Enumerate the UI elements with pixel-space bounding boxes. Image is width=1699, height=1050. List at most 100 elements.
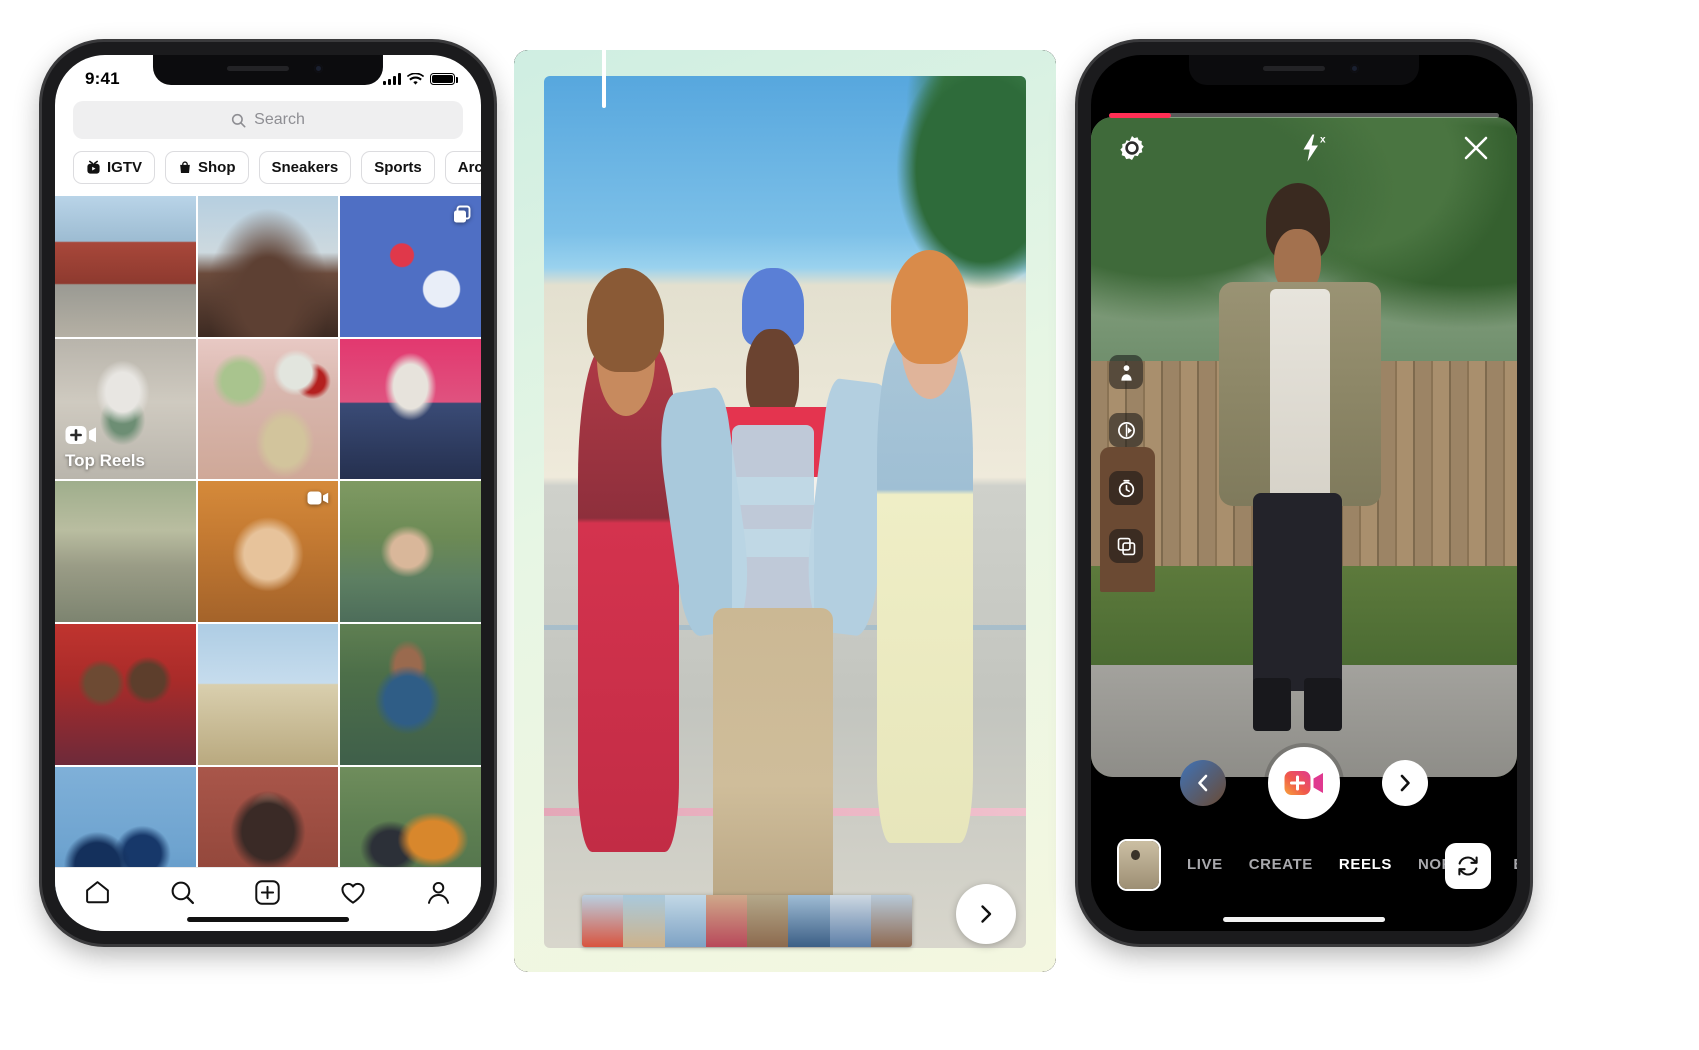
phone-reels-camera: x LIVE CREATE REELS xyxy=(1078,42,1530,944)
top-reels-label: Top Reels xyxy=(65,451,145,471)
filmstrip-frame[interactable] xyxy=(829,895,871,947)
home-icon xyxy=(86,881,109,904)
timer-icon[interactable] xyxy=(1109,471,1143,505)
signal-bars-icon xyxy=(383,73,401,85)
mode-create[interactable]: CREATE xyxy=(1249,856,1313,873)
chip-architecture[interactable]: Architecture xyxy=(444,151,481,184)
flip-camera-button[interactable] xyxy=(1445,843,1491,889)
next-button[interactable] xyxy=(956,884,1016,944)
search-input[interactable]: Search xyxy=(73,101,463,139)
grid-tile[interactable] xyxy=(55,196,196,337)
earpiece-speaker xyxy=(1262,66,1325,71)
front-camera xyxy=(314,64,324,73)
search-icon xyxy=(232,113,246,127)
chevron-right-icon xyxy=(981,905,992,923)
shop-bag-icon xyxy=(180,161,190,174)
grid-tile[interactable] xyxy=(340,481,481,623)
chip-label: Architecture xyxy=(457,159,481,176)
heart-icon xyxy=(341,882,365,904)
explore-grid: Top Reels xyxy=(55,196,481,908)
earpiece-speaker xyxy=(226,66,289,71)
search-section: Search xyxy=(55,99,481,149)
gallery-thumbnail-button[interactable] xyxy=(1117,839,1161,891)
reel-video[interactable] xyxy=(544,76,1026,948)
previous-clip-button[interactable] xyxy=(1180,760,1226,806)
plus-square-icon xyxy=(255,880,280,905)
status-time: 9:41 xyxy=(85,69,120,88)
status-icons xyxy=(383,72,458,86)
device-notch xyxy=(152,55,384,85)
activity-tab[interactable] xyxy=(339,879,367,907)
explore-screen: 9:41 Search IGTV Shop Sneakers Sports Ar… xyxy=(55,55,481,931)
recording-progress-track xyxy=(1109,113,1499,118)
profile-tab[interactable] xyxy=(425,879,452,906)
search-tab[interactable] xyxy=(169,879,196,906)
chip-shop[interactable]: Shop xyxy=(165,151,249,184)
settings-gear-icon[interactable] xyxy=(1117,133,1147,163)
mode-boomerang[interactable]: BOOMERANG xyxy=(1513,856,1517,873)
filmstrip-frame[interactable] xyxy=(664,895,706,947)
phone-reel-preview xyxy=(514,50,1056,972)
grid-tile-top-reels[interactable]: Top Reels xyxy=(55,338,196,480)
battery-full-icon xyxy=(430,73,458,85)
camera-side-tools[interactable] xyxy=(1109,355,1143,563)
camera-flip-icon xyxy=(1458,856,1478,876)
grid-tile[interactable] xyxy=(340,196,481,337)
reels-record-button[interactable] xyxy=(1268,747,1340,819)
align-layers-icon[interactable] xyxy=(1109,529,1143,563)
filmstrip-frame[interactable] xyxy=(747,895,789,947)
preview-screen xyxy=(514,50,1056,972)
svg-text:x: x xyxy=(1320,135,1326,146)
filmstrip-frame[interactable] xyxy=(705,895,747,947)
grid-tile[interactable] xyxy=(197,196,339,337)
close-icon[interactable] xyxy=(1461,133,1491,163)
chip-igtv[interactable]: IGTV xyxy=(73,151,156,184)
grid-tile[interactable] xyxy=(197,624,339,765)
search-placeholder: Search xyxy=(254,111,305,128)
chip-sports[interactable]: Sports xyxy=(361,151,435,184)
grid-tile[interactable] xyxy=(55,624,196,765)
filmstrip-frame[interactable] xyxy=(582,895,624,947)
phone-explore: 9:41 Search IGTV Shop Sneakers Sports Ar… xyxy=(42,42,494,944)
create-tab[interactable] xyxy=(254,879,281,906)
device-notch xyxy=(1188,55,1420,85)
camera-top-controls[interactable]: x xyxy=(1091,133,1517,163)
grid-tile[interactable] xyxy=(197,338,339,480)
chip-label: Sneakers xyxy=(271,159,339,176)
filmstrip-frame[interactable] xyxy=(623,895,665,947)
speed-icon[interactable] xyxy=(1109,413,1143,447)
search-icon xyxy=(171,881,195,905)
camera-viewfinder[interactable] xyxy=(1091,117,1517,777)
recording-progress-fill xyxy=(1109,113,1172,118)
grid-tile[interactable] xyxy=(197,481,339,623)
next-clip-button[interactable] xyxy=(1382,760,1428,806)
home-indicator xyxy=(1223,917,1385,922)
clip-filmstrip[interactable] xyxy=(582,895,912,947)
mode-reels[interactable]: REELS xyxy=(1339,856,1392,873)
filmstrip-frame[interactable] xyxy=(788,895,830,947)
filmstrip-frame[interactable] xyxy=(870,895,912,947)
screenshot-stage: 9:41 Search IGTV Shop Sneakers Sports Ar… xyxy=(0,0,1699,1050)
chevron-left-icon xyxy=(1198,774,1208,792)
capture-controls[interactable] xyxy=(1091,747,1517,819)
chip-label: Sports xyxy=(374,159,422,176)
grid-tile[interactable] xyxy=(55,481,196,623)
grid-tile[interactable] xyxy=(340,338,481,480)
category-chip-row[interactable]: IGTV Shop Sneakers Sports Architecture xyxy=(55,149,481,196)
carousel-icon xyxy=(452,205,472,225)
front-camera xyxy=(1350,64,1360,73)
mode-live[interactable]: LIVE xyxy=(1187,856,1223,873)
reels-camera-plus-icon xyxy=(65,424,145,446)
chip-label: Shop xyxy=(198,159,236,176)
chevron-right-icon xyxy=(1400,774,1410,792)
camera-screen: x LIVE CREATE REELS xyxy=(1091,55,1517,931)
grid-tile[interactable] xyxy=(340,624,481,765)
timeline-playhead[interactable] xyxy=(602,50,606,108)
home-indicator xyxy=(187,917,349,922)
flash-off-icon[interactable]: x xyxy=(1298,133,1330,163)
igtv-icon xyxy=(87,160,100,174)
chip-sneakers[interactable]: Sneakers xyxy=(258,151,352,184)
effects-icon[interactable] xyxy=(1109,355,1143,389)
top-reels-label-group: Top Reels xyxy=(65,424,145,471)
home-tab[interactable] xyxy=(84,879,111,906)
